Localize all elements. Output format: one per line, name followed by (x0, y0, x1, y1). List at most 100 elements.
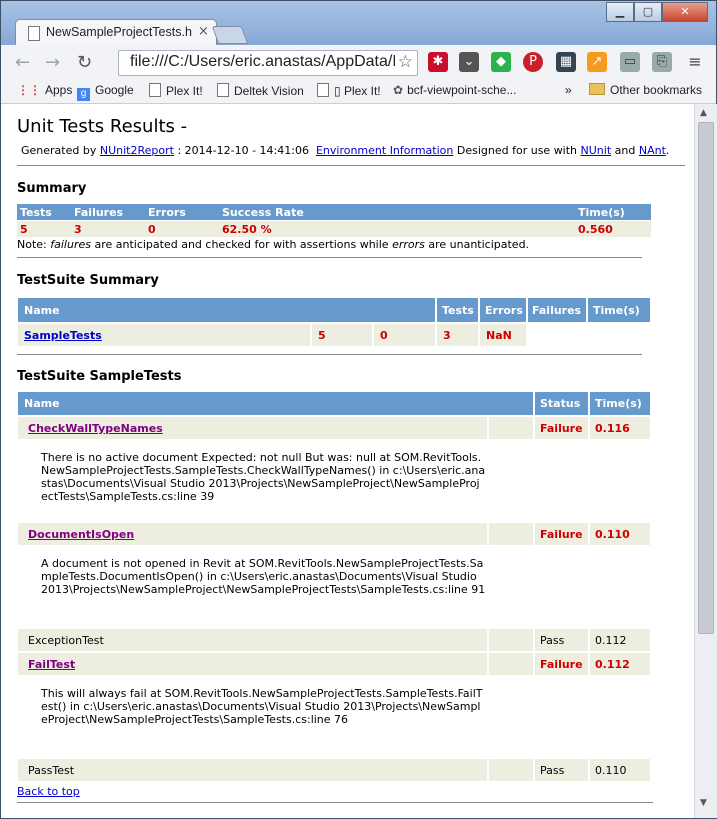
lastpass-icon[interactable]: ✱ (428, 52, 448, 72)
window-controls: ▁ ▢ ✕ (606, 2, 708, 22)
scroll-down-icon[interactable]: ▼ (700, 798, 707, 808)
tests-header-status: Status (540, 397, 581, 410)
close-tab-icon[interactable]: × (198, 24, 209, 39)
more-bookmarks-chevron[interactable]: » (565, 83, 572, 97)
table-cell-bg (489, 523, 533, 545)
test-name: PassTest (28, 764, 75, 777)
test-time: 0.110 (595, 764, 627, 777)
suite-header-failures: Failures (532, 304, 582, 317)
reload-icon[interactable]: ↻ (77, 52, 92, 73)
bookmark-star-icon[interactable]: ☆ (398, 52, 413, 72)
page-title: Unit Tests Results - (17, 116, 188, 137)
generated-line: Generated by NUnit2Report : 2014-12-10 -… (21, 144, 670, 157)
tab-title: NewSampleProjectTests.h (46, 25, 192, 39)
address-bar[interactable]: file:///C:/Users/eric.anastas/AppData/R … (118, 50, 418, 76)
suite-failures-value: 3 (443, 329, 451, 342)
divider (17, 354, 642, 355)
bookmark-apps[interactable]: ⋮⋮ Apps (17, 83, 72, 97)
back-icon[interactable]: ← (15, 52, 30, 73)
translate-icon[interactable]: ⎘ (652, 52, 672, 72)
tests-header-time: Time(s) (595, 397, 642, 410)
browser-toolbar: ← → ↻ file:///C:/Users/eric.anastas/AppD… (1, 45, 716, 80)
test-failure-detail: There is no active document Expected: no… (41, 451, 486, 503)
suite-header-errors: Errors (485, 304, 523, 317)
test-status: Failure (540, 528, 583, 541)
suite-tests-value: 5 (318, 329, 326, 342)
summary-header-errors: Errors (148, 206, 186, 219)
google-icon: g (77, 88, 90, 101)
bookmark-deltek-vision[interactable]: Deltek Vision (217, 83, 304, 98)
nunit-link[interactable]: NUnit (581, 144, 612, 157)
divider (17, 802, 653, 803)
environment-info-link[interactable]: Environment Information (316, 144, 453, 157)
scroll-thumb[interactable] (698, 122, 714, 634)
cast-icon[interactable]: ▭ (620, 52, 640, 72)
tests-table: Name Status Time(s) CheckWallTypeNames Fa… (18, 392, 650, 792)
close-window-button[interactable]: ✕ (662, 2, 708, 22)
apps-grid-icon: ⋮⋮ (17, 83, 41, 97)
extension-icon[interactable]: ▦ (556, 52, 576, 72)
summary-time-value: 0.560 (578, 223, 613, 236)
test-name: ExceptionTest (28, 634, 104, 647)
feedly-icon[interactable]: ◆ (491, 52, 511, 72)
test-time: 0.112 (595, 658, 630, 671)
summary-header-tests: Tests (20, 206, 52, 219)
divider (17, 165, 685, 166)
table-cell-bg (489, 629, 533, 651)
page-viewport: Unit Tests Results - Generated by NUnit2… (1, 104, 694, 818)
summary-heading: Summary (17, 181, 87, 196)
forward-icon[interactable]: → (45, 52, 60, 73)
nunit2report-link[interactable]: NUnit2Report (100, 144, 174, 157)
test-name[interactable]: CheckWallTypeNames (28, 422, 163, 435)
summary-errors-value: 0 (148, 223, 156, 236)
document-icon (28, 26, 40, 41)
suite-header-name: Name (24, 304, 60, 317)
test-name[interactable]: DocumentIsOpen (28, 528, 134, 541)
suite-errors-value: 0 (380, 329, 388, 342)
summary-header-failures: Failures (74, 206, 124, 219)
table-cell-bg (489, 653, 533, 675)
table-cell-bg (489, 759, 533, 781)
new-tab-button[interactable] (211, 26, 249, 44)
vertical-scrollbar[interactable]: ▲ ▼ (694, 104, 717, 818)
minimize-button[interactable]: ▁ (606, 2, 634, 22)
summary-success-rate-value: 62.50 % (222, 223, 272, 236)
chart-extension-icon[interactable]: ↗ (587, 52, 607, 72)
back-to-top-link[interactable]: Back to top (17, 785, 80, 798)
testsuite-summary-table: Name Tests Errors Failures Time(s) Sampl… (18, 298, 650, 348)
browser-tab[interactable]: NewSampleProjectTests.h × (15, 19, 217, 47)
puzzle-icon: ✿ (393, 83, 404, 97)
test-time: 0.116 (595, 422, 630, 435)
test-time: 0.112 (595, 634, 627, 647)
page-icon (317, 83, 329, 97)
test-status: Pass (540, 634, 565, 647)
maximize-button[interactable]: ▢ (634, 2, 662, 22)
folder-icon (589, 83, 605, 95)
summary-note: Note: failures are anticipated and check… (17, 238, 530, 251)
divider (17, 257, 642, 258)
sampletests-link[interactable]: SampleTests (24, 329, 102, 342)
pocket-icon[interactable]: ⌄ (459, 52, 479, 72)
scroll-up-icon[interactable]: ▲ (700, 108, 707, 118)
other-bookmarks[interactable]: Other bookmarks (589, 83, 702, 97)
testsuite-sampletests-heading: TestSuite SampleTests (17, 369, 182, 384)
test-failure-detail: A document is not opened in Revit at SOM… (41, 557, 486, 596)
menu-icon[interactable]: ≡ (685, 52, 705, 72)
table-cell-bg (489, 417, 533, 439)
test-status: Failure (540, 658, 583, 671)
page-icon (149, 83, 161, 97)
testsuite-summary-heading: TestSuite Summary (17, 273, 159, 288)
title-bar: NewSampleProjectTests.h × ▁ ▢ ✕ (1, 1, 716, 47)
bookmark-plex-it-2[interactable]: ▯ Plex It! (317, 83, 381, 98)
test-name[interactable]: FailTest (28, 658, 75, 671)
nant-link[interactable]: NAnt (639, 144, 666, 157)
suite-header-time: Time(s) (593, 304, 640, 317)
bookmarks-bar: ⋮⋮ Apps g Google Plex It! Deltek Vision ▯ … (1, 79, 716, 104)
pinterest-icon[interactable]: P (523, 52, 543, 72)
url-text: file:///C:/Users/eric.anastas/AppData/R (130, 53, 395, 70)
bookmark-plex-it[interactable]: Plex It! (149, 83, 203, 98)
bookmark-bcf-viewpoint[interactable]: ✿ bcf-viewpoint-sche... (393, 83, 516, 97)
test-time: 0.110 (595, 528, 630, 541)
bookmark-google[interactable]: g Google (77, 83, 134, 101)
tests-header-name: Name (24, 397, 60, 410)
